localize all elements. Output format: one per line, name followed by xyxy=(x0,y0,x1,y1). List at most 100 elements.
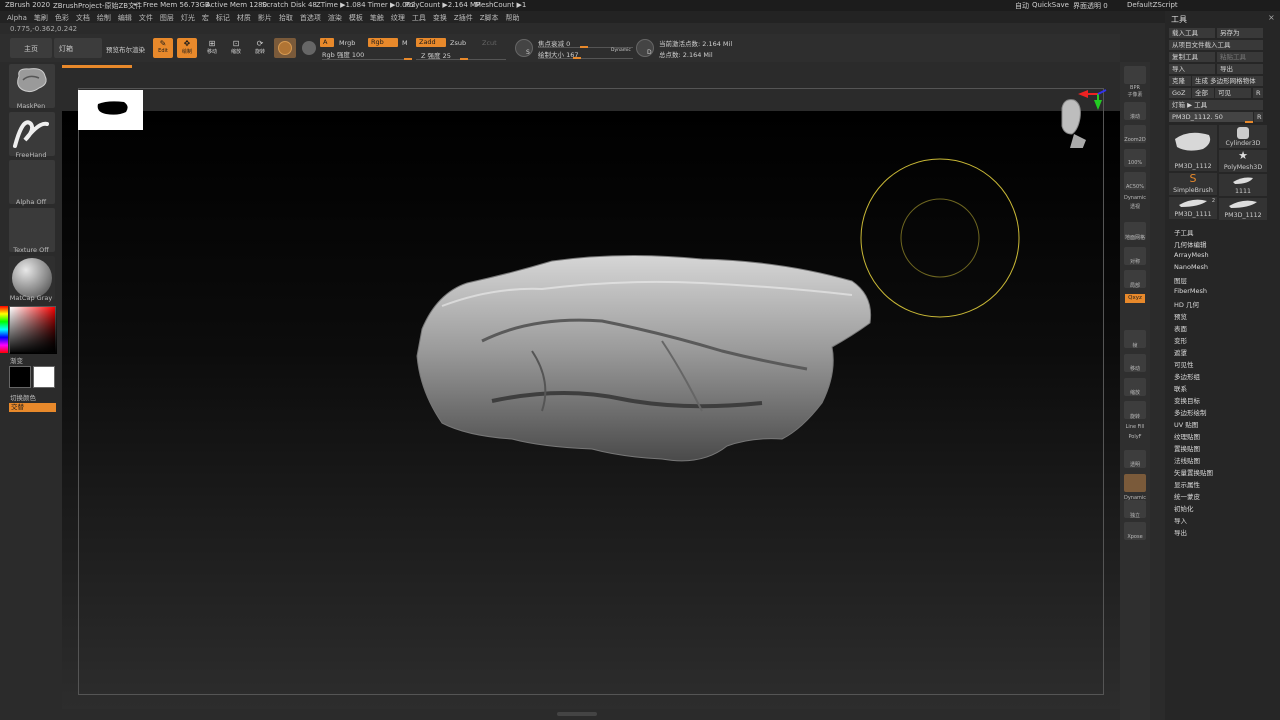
subpalette-item[interactable]: 表面 xyxy=(1174,323,1187,333)
hue-strip[interactable] xyxy=(0,306,8,353)
menu-item[interactable]: 笔刷 xyxy=(34,13,48,23)
r-button[interactable]: R xyxy=(1253,88,1263,98)
zsub-toggle[interactable]: Zsub xyxy=(450,39,466,47)
lightbox-button[interactable]: 灯箱 xyxy=(54,38,102,58)
menu-item[interactable]: Z脚本 xyxy=(480,13,499,23)
lightbox-tools-button[interactable]: 灯箱 ▶ 工具 xyxy=(1169,100,1263,110)
menu-item[interactable]: 影片 xyxy=(258,13,272,23)
menu-item[interactable]: 宏 xyxy=(202,13,209,23)
subpalette-item[interactable]: 联系 xyxy=(1174,383,1187,393)
menu-item[interactable]: 渲染 xyxy=(328,13,342,23)
menu-item[interactable]: 变换 xyxy=(433,13,447,23)
tool-thumbnail[interactable]: 1111 xyxy=(1219,174,1267,196)
m-toggle[interactable]: M xyxy=(402,39,408,47)
menu-item[interactable]: 标记 xyxy=(216,13,230,23)
menu-item[interactable]: Z插件 xyxy=(454,13,473,23)
subpalette-item[interactable]: FiberMesh xyxy=(1174,287,1207,295)
tool-thumbnail[interactable]: Cylinder3D xyxy=(1219,125,1267,148)
paste-tool-button[interactable]: 粘贴工具 xyxy=(1217,52,1263,62)
menu-item[interactable]: 笔触 xyxy=(370,13,384,23)
dynamic-persp-label[interactable]: Dynamic xyxy=(1120,195,1150,201)
switch-color-button[interactable]: 切换颜色 xyxy=(10,392,36,402)
focal-shift-knob[interactable] xyxy=(580,46,588,48)
tool-thumbnail[interactable]: PM3D_1112 xyxy=(1169,125,1217,171)
default-zscript-button[interactable]: DefaultZScript xyxy=(1127,1,1178,9)
menu-item[interactable]: 材质 xyxy=(237,13,251,23)
menu-item[interactable]: 编辑 xyxy=(118,13,132,23)
subpalette-item[interactable]: 预览 xyxy=(1174,311,1187,321)
close-icon[interactable]: × xyxy=(1268,13,1275,22)
clone-button[interactable]: 克隆 xyxy=(1169,76,1191,86)
qxyz-toggle[interactable]: Qxyz xyxy=(1125,294,1145,303)
menu-item[interactable]: 色彩 xyxy=(55,13,69,23)
menu-item[interactable]: 首选项 xyxy=(300,13,321,23)
menu-item[interactable]: 文档 xyxy=(76,13,90,23)
polyf-label[interactable]: PolyF xyxy=(1120,434,1150,440)
preview-boolean-button[interactable]: 预览布尔渲染 xyxy=(106,44,146,64)
zcut-toggle[interactable]: Zcut xyxy=(482,39,497,47)
subpalette-item[interactable]: HD 几何 xyxy=(1174,299,1199,309)
quicksave-button[interactable]: QuickSave xyxy=(1032,1,1069,9)
visible-button[interactable]: 可见 xyxy=(1215,88,1251,98)
perspective-label[interactable]: 透视 xyxy=(1120,203,1150,210)
subpalette-item[interactable]: 导出 xyxy=(1174,527,1187,537)
transparency-slider[interactable]: 界面透明 0 xyxy=(1073,1,1108,11)
rgb-intensity-slider[interactable]: Rgb 强度 100 xyxy=(322,49,364,59)
tool-thumbnail[interactable]: S SimpleBrush xyxy=(1169,173,1217,195)
tool-thumbnail[interactable]: PM3D_1111 2 xyxy=(1169,197,1217,219)
subpalette-item[interactable]: 初始化 xyxy=(1174,503,1194,513)
subpalette-item[interactable]: 导入 xyxy=(1174,515,1187,525)
line-fill-label[interactable]: Line Fill xyxy=(1120,424,1150,430)
primary-color-swatch[interactable] xyxy=(9,366,31,388)
subpalette-item[interactable]: 置换贴图 xyxy=(1174,443,1200,453)
load-tool-button[interactable]: 载入工具 xyxy=(1169,28,1215,38)
rgb-intensity-knob[interactable] xyxy=(404,58,412,60)
tool-thumbnail[interactable]: PM3D_1112 xyxy=(1219,198,1267,220)
dynamic-solo-icon[interactable] xyxy=(1124,474,1146,492)
edit-button[interactable]: ✎ Edit xyxy=(153,38,173,58)
stroke-slot[interactable] xyxy=(9,112,55,156)
goz-button[interactable]: GoZ xyxy=(1169,88,1191,98)
menu-item[interactable]: Alpha xyxy=(7,14,27,22)
subpalette-item[interactable]: 统一蒙皮 xyxy=(1174,491,1200,501)
s-dial-icon[interactable] xyxy=(515,39,533,57)
tool-thumbnail[interactable]: ★ PolyMesh3D xyxy=(1219,150,1267,172)
navigator-thumbnail[interactable] xyxy=(78,90,143,130)
save-as-button[interactable]: 另存为 xyxy=(1217,28,1263,38)
all-button[interactable]: 全部 xyxy=(1192,88,1214,98)
mrgb-toggle[interactable]: Mrgb xyxy=(339,39,355,47)
menu-item[interactable]: 纹理 xyxy=(391,13,405,23)
menu-item[interactable]: 拾取 xyxy=(279,13,293,23)
subpalette-item[interactable]: 图层 xyxy=(1174,275,1187,285)
subpalette-item[interactable]: 可见性 xyxy=(1174,359,1194,369)
material-sphere-button[interactable] xyxy=(274,38,296,58)
rotate-button[interactable]: ⟳ 旋转 xyxy=(250,38,270,58)
menu-item[interactable]: 工具 xyxy=(412,13,426,23)
move-button[interactable]: ⊞ 移动 xyxy=(202,38,222,58)
subpalette-item[interactable]: 变形 xyxy=(1174,335,1187,345)
current-tool-r-button[interactable]: R xyxy=(1254,112,1263,122)
subpalette-item[interactable]: 变换目标 xyxy=(1174,395,1200,405)
subpalette-item[interactable]: 法线贴图 xyxy=(1174,455,1200,465)
draw-button[interactable]: ✥ 绘制 xyxy=(177,38,197,58)
subpalette-item[interactable]: 纹理贴图 xyxy=(1174,431,1200,441)
menu-item[interactable]: 绘制 xyxy=(97,13,111,23)
zadd-toggle[interactable]: Zadd xyxy=(416,38,446,47)
subpalette-item[interactable]: UV 贴图 xyxy=(1174,419,1198,429)
scale-button[interactable]: ⊡ 缩放 xyxy=(226,38,246,58)
menu-item[interactable]: 图层 xyxy=(160,13,174,23)
dynamic-toggle[interactable]: Dynamic xyxy=(611,48,631,53)
secondary-color-swatch[interactable] xyxy=(33,366,55,388)
menu-item[interactable]: 灯光 xyxy=(181,13,195,23)
draw-size-knob[interactable] xyxy=(573,57,581,59)
subpalette-item[interactable]: 几何体编辑 xyxy=(1174,239,1207,249)
copy-tool-button[interactable]: 复制工具 xyxy=(1169,52,1215,62)
bpr-render-icon[interactable] xyxy=(1124,66,1146,84)
make-polymesh-button[interactable]: 生成 多边形网格物体 xyxy=(1192,76,1263,86)
home-button[interactable]: 主页 xyxy=(10,38,52,58)
z-intensity-knob[interactable] xyxy=(460,58,468,60)
subpalette-item[interactable]: 矢量置换贴图 xyxy=(1174,467,1213,477)
subpalette-item[interactable]: 子工具 xyxy=(1174,227,1194,237)
subpalette-item[interactable]: 多边形组 xyxy=(1174,371,1200,381)
menu-item[interactable]: 模板 xyxy=(349,13,363,23)
